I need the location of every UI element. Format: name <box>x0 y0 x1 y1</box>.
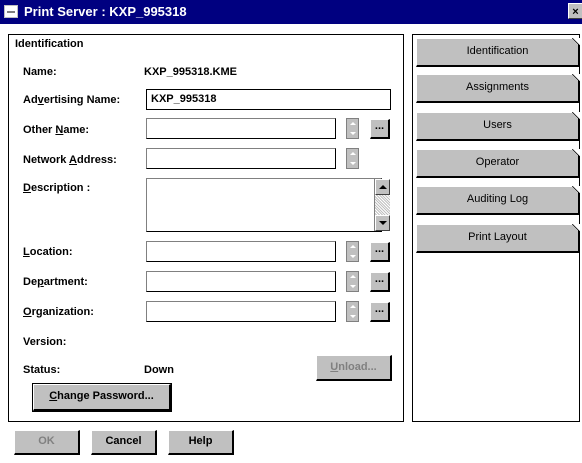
section-title: Identification <box>15 38 84 50</box>
description-scrollbar[interactable] <box>374 179 390 231</box>
cancel-button[interactable]: Cancel <box>91 430 157 455</box>
version-label: Version: <box>23 336 67 348</box>
organization-label: Organization: <box>23 306 94 318</box>
organization-field[interactable] <box>146 301 336 322</box>
tab-auditing-log[interactable]: Auditing Log <box>416 186 580 215</box>
department-spinner[interactable] <box>346 271 359 292</box>
name-value: KXP_995318.KME <box>144 66 237 78</box>
unload-button[interactable]: Unload... <box>316 355 392 381</box>
title-bar: Print Server : KXP_995318 × <box>0 0 582 24</box>
tab-assignments[interactable]: Assignments <box>416 74 580 103</box>
network-address-label: Network Address: <box>23 154 117 166</box>
advertising-name-label: Advertising Name: <box>23 94 121 106</box>
tab-users[interactable]: Users <box>416 112 580 141</box>
change-password-button[interactable]: Change Password... <box>32 383 172 412</box>
description-field[interactable] <box>146 178 382 232</box>
tab-print-layout[interactable]: Print Layout <box>416 224 580 253</box>
close-icon[interactable]: × <box>568 3 582 19</box>
status-label: Status: <box>23 364 61 376</box>
location-spinner[interactable] <box>346 241 359 262</box>
location-browse-button[interactable]: ... <box>370 242 390 262</box>
status-value: Down <box>144 364 174 376</box>
location-field[interactable] <box>146 241 336 262</box>
help-button[interactable]: Help <box>168 430 234 455</box>
name-label: Name: <box>23 66 57 78</box>
other-name-browse-button[interactable]: ... <box>370 119 390 139</box>
other-name-field[interactable] <box>146 118 336 139</box>
system-menu-icon[interactable] <box>4 5 18 18</box>
tab-operator[interactable]: Operator <box>416 149 580 178</box>
tab-identification[interactable]: Identification <box>416 38 580 67</box>
network-address-field[interactable] <box>146 148 336 169</box>
scroll-up-icon[interactable] <box>375 179 390 195</box>
other-name-label: Other Name: <box>23 124 90 136</box>
network-address-spinner[interactable] <box>346 148 359 169</box>
other-name-spinner[interactable] <box>346 118 359 139</box>
department-browse-button[interactable]: ... <box>370 272 390 292</box>
advertising-name-field[interactable]: KXP_995318 <box>146 89 391 110</box>
ok-button[interactable]: OK <box>14 430 80 455</box>
window-title: Print Server : KXP_995318 <box>24 4 187 19</box>
organization-spinner[interactable] <box>346 301 359 322</box>
department-field[interactable] <box>146 271 336 292</box>
scroll-down-icon[interactable] <box>375 215 390 231</box>
description-label: Description : <box>23 182 91 194</box>
department-label: Department: <box>23 276 88 288</box>
location-label: Location: <box>23 246 73 258</box>
organization-browse-button[interactable]: ... <box>370 302 390 322</box>
